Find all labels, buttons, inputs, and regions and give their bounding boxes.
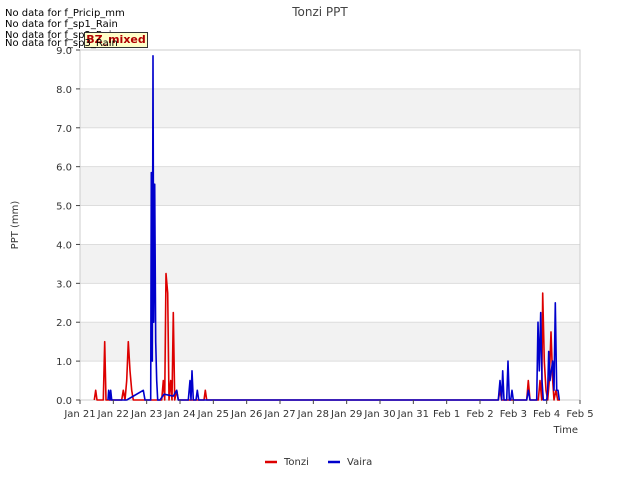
y-tick-label: 4.0 (56, 240, 72, 251)
x-tick-label: Jan 21 (63, 409, 95, 420)
legend-entry-vaira: Vaira (347, 457, 372, 468)
x-tick-label: Jan 30 (363, 409, 395, 420)
x-axis-label: Time (553, 425, 578, 436)
x-axis-ticks: Jan 21 Jan 22 Jan 23 Jan 24 Jan 25 Jan 26 Jan … (63, 400, 594, 420)
tonzi-ppt-chart: 0.01.02.03.04.05.06.07.08.09.0 Jan 21 Jan… (10, 5, 594, 468)
x-tick-label: Jan 29 (330, 409, 362, 420)
y-tick-label: 8.0 (56, 85, 72, 96)
chart-title: Tonzi PPT (291, 5, 348, 19)
legend-entry-tonzi: Tonzi (283, 457, 309, 468)
y-tick-label: 5.0 (56, 202, 72, 213)
y-axis-ticks: 0.01.02.03.04.05.06.07.08.09.0 (56, 46, 80, 407)
x-tick-label: Jan 24 (163, 409, 195, 420)
background-band (80, 88, 580, 128)
no-data-message: No data for f_sp1_Rain (5, 19, 118, 30)
x-tick-label: Jan 23 (130, 409, 162, 420)
y-axis-label: PPT (mm) (10, 201, 21, 250)
x-tick-label: Jan 27 (263, 409, 295, 420)
no-data-message: No data for f_sp3_Rain (5, 38, 118, 49)
x-tick-label: Jan 31 (397, 409, 429, 420)
x-tick-label: Jan 26 (230, 409, 262, 420)
y-tick-label: 7.0 (56, 124, 72, 135)
y-tick-label: 1.0 (56, 357, 72, 368)
legend: Tonzi Vaira (265, 457, 372, 468)
x-tick-label: Jan 28 (297, 409, 329, 420)
y-tick-label: 3.0 (56, 279, 72, 290)
x-tick-label: Jan 22 (97, 409, 129, 420)
x-tick-label: Jan 25 (197, 409, 229, 420)
x-tick-label: Feb 4 (533, 409, 560, 420)
no-data-message: No data for f_Pricip_mm (5, 8, 125, 19)
x-tick-label: Feb 5 (566, 409, 593, 420)
y-tick-label: 2.0 (56, 318, 72, 329)
x-tick-label: Feb 3 (500, 409, 527, 420)
y-tick-label: 6.0 (56, 163, 72, 174)
x-tick-label: Feb 2 (466, 409, 493, 420)
y-tick-label: 0.0 (56, 396, 72, 407)
x-tick-label: Feb 1 (433, 409, 460, 420)
